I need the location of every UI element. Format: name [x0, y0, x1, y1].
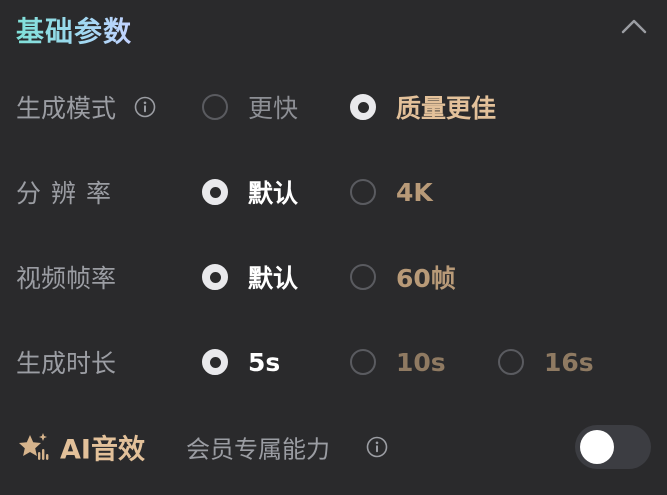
duration-option-16s[interactable]: 16s — [498, 342, 594, 382]
resolution-option-4k[interactable]: 4K — [350, 172, 433, 212]
section-header: 基础参数 — [16, 6, 651, 50]
duration-option-16s-label: 16s — [544, 347, 594, 377]
collapse-button[interactable] — [617, 10, 651, 44]
radio-resolution-4k[interactable] — [350, 179, 376, 205]
framerate-option-default-label: 默认 — [248, 264, 299, 293]
duration-option-10s[interactable]: 10s — [350, 342, 446, 382]
framerate-label: 视频帧率 — [16, 264, 117, 293]
section-title: 基础参数 — [16, 10, 132, 50]
resolution-option-default[interactable]: 默认 — [202, 172, 298, 212]
framerate-option-60-label: 60帧 — [396, 264, 456, 293]
duration-label: 生成时长 — [16, 349, 117, 378]
info-icon[interactable] — [366, 436, 388, 458]
mode-option-quality[interactable]: 质量更佳 — [350, 87, 496, 127]
duration-option-5s-label: 5s — [248, 347, 281, 377]
radio-duration-10s[interactable] — [350, 349, 376, 375]
ai-sound-title: AI音效 — [60, 434, 145, 466]
ai-sound-subtitle: 会员专属能力 — [186, 435, 330, 464]
resolution-row: 分辨率 默认 4K — [16, 167, 651, 217]
generation-mode-row: 生成模式 更快 质量更佳 — [16, 82, 651, 132]
framerate-option-default[interactable]: 默认 — [202, 257, 298, 297]
duration-option-10s-label: 10s — [396, 347, 446, 377]
sparkle-star-icon — [19, 433, 49, 460]
mode-option-faster-label: 更快 — [248, 94, 299, 123]
ai-sound-toggle[interactable] — [575, 425, 651, 469]
framerate-option-60[interactable]: 60帧 — [350, 257, 456, 297]
info-icon[interactable] — [134, 96, 156, 118]
resolution-label: 分辨率 — [16, 179, 122, 208]
generation-mode-label: 生成模式 — [16, 94, 117, 123]
radio-framerate-60[interactable] — [350, 264, 376, 290]
duration-option-5s[interactable]: 5s — [202, 342, 280, 382]
radio-resolution-default[interactable] — [202, 179, 228, 205]
toggle-knob — [580, 430, 614, 464]
resolution-option-default-label: 默认 — [248, 179, 299, 208]
radio-faster[interactable] — [202, 94, 228, 120]
radio-framerate-default[interactable] — [202, 264, 228, 290]
resolution-option-4k-label: 4K — [396, 177, 433, 207]
basic-params-panel: 基础参数 生成模式 更快 质量更佳 分辨率 默认 4K 视频帧率 默认 60帧 … — [0, 0, 667, 495]
mode-option-faster[interactable]: 更快 — [202, 87, 298, 127]
radio-duration-5s[interactable] — [202, 349, 228, 375]
duration-row: 生成时长 5s 10s 16s — [16, 337, 651, 387]
radio-quality[interactable] — [350, 94, 376, 120]
ai-sound-row: AI音效 会员专属能力 — [16, 420, 651, 474]
chevron-up-icon — [621, 19, 647, 34]
mode-option-quality-label: 质量更佳 — [396, 94, 497, 123]
radio-duration-16s[interactable] — [498, 349, 524, 375]
framerate-row: 视频帧率 默认 60帧 — [16, 252, 651, 302]
